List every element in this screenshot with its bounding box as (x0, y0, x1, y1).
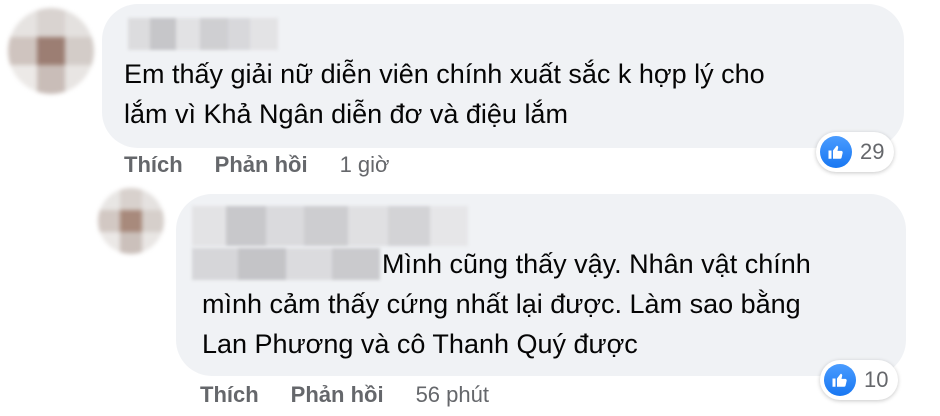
comment-actions: Thích Phản hồi 56 phút (200, 382, 489, 408)
comment-text-line: Lan Phương và cô Thanh Quý được (202, 329, 638, 359)
like-icon (824, 364, 856, 396)
reply-button[interactable]: Phản hồi (291, 382, 384, 408)
comment-text-line: Em thấy giải nữ diễn viên chính xuất sắc… (124, 59, 765, 89)
avatar[interactable] (8, 8, 94, 94)
comment-text-line: Mình cũng thấy vậy. Nhân vật chính (382, 249, 811, 279)
comment-text-line: mình cảm thấy cứng nhất lại được. Làm sa… (202, 289, 801, 319)
reaction-summary[interactable]: 10 (820, 360, 899, 400)
comment-text: Em thấy giải nữ diễn viên chính xuất sắc… (124, 54, 894, 134)
reaction-count: 10 (864, 367, 889, 392)
reply-button[interactable]: Phản hồi (215, 152, 308, 178)
like-icon (820, 136, 852, 168)
avatar[interactable] (98, 188, 164, 254)
commenter-name[interactable] (192, 206, 468, 246)
comment-text-line: lắm vì Khả Ngân diễn đơ và điệu lắm (124, 99, 568, 129)
commenter-name[interactable] (128, 18, 278, 50)
comment-text: Mình cũng thấy vậy. Nhân vật chính mình … (202, 244, 892, 364)
comment-timestamp[interactable]: 56 phút (416, 382, 489, 408)
reaction-summary[interactable]: 29 (816, 132, 895, 172)
like-button[interactable]: Thích (124, 152, 183, 178)
like-button[interactable]: Thích (200, 382, 259, 408)
reaction-count: 29 (860, 139, 885, 164)
comment-timestamp[interactable]: 1 giờ (340, 152, 390, 178)
comment-actions: Thích Phản hồi 1 giờ (124, 152, 389, 178)
